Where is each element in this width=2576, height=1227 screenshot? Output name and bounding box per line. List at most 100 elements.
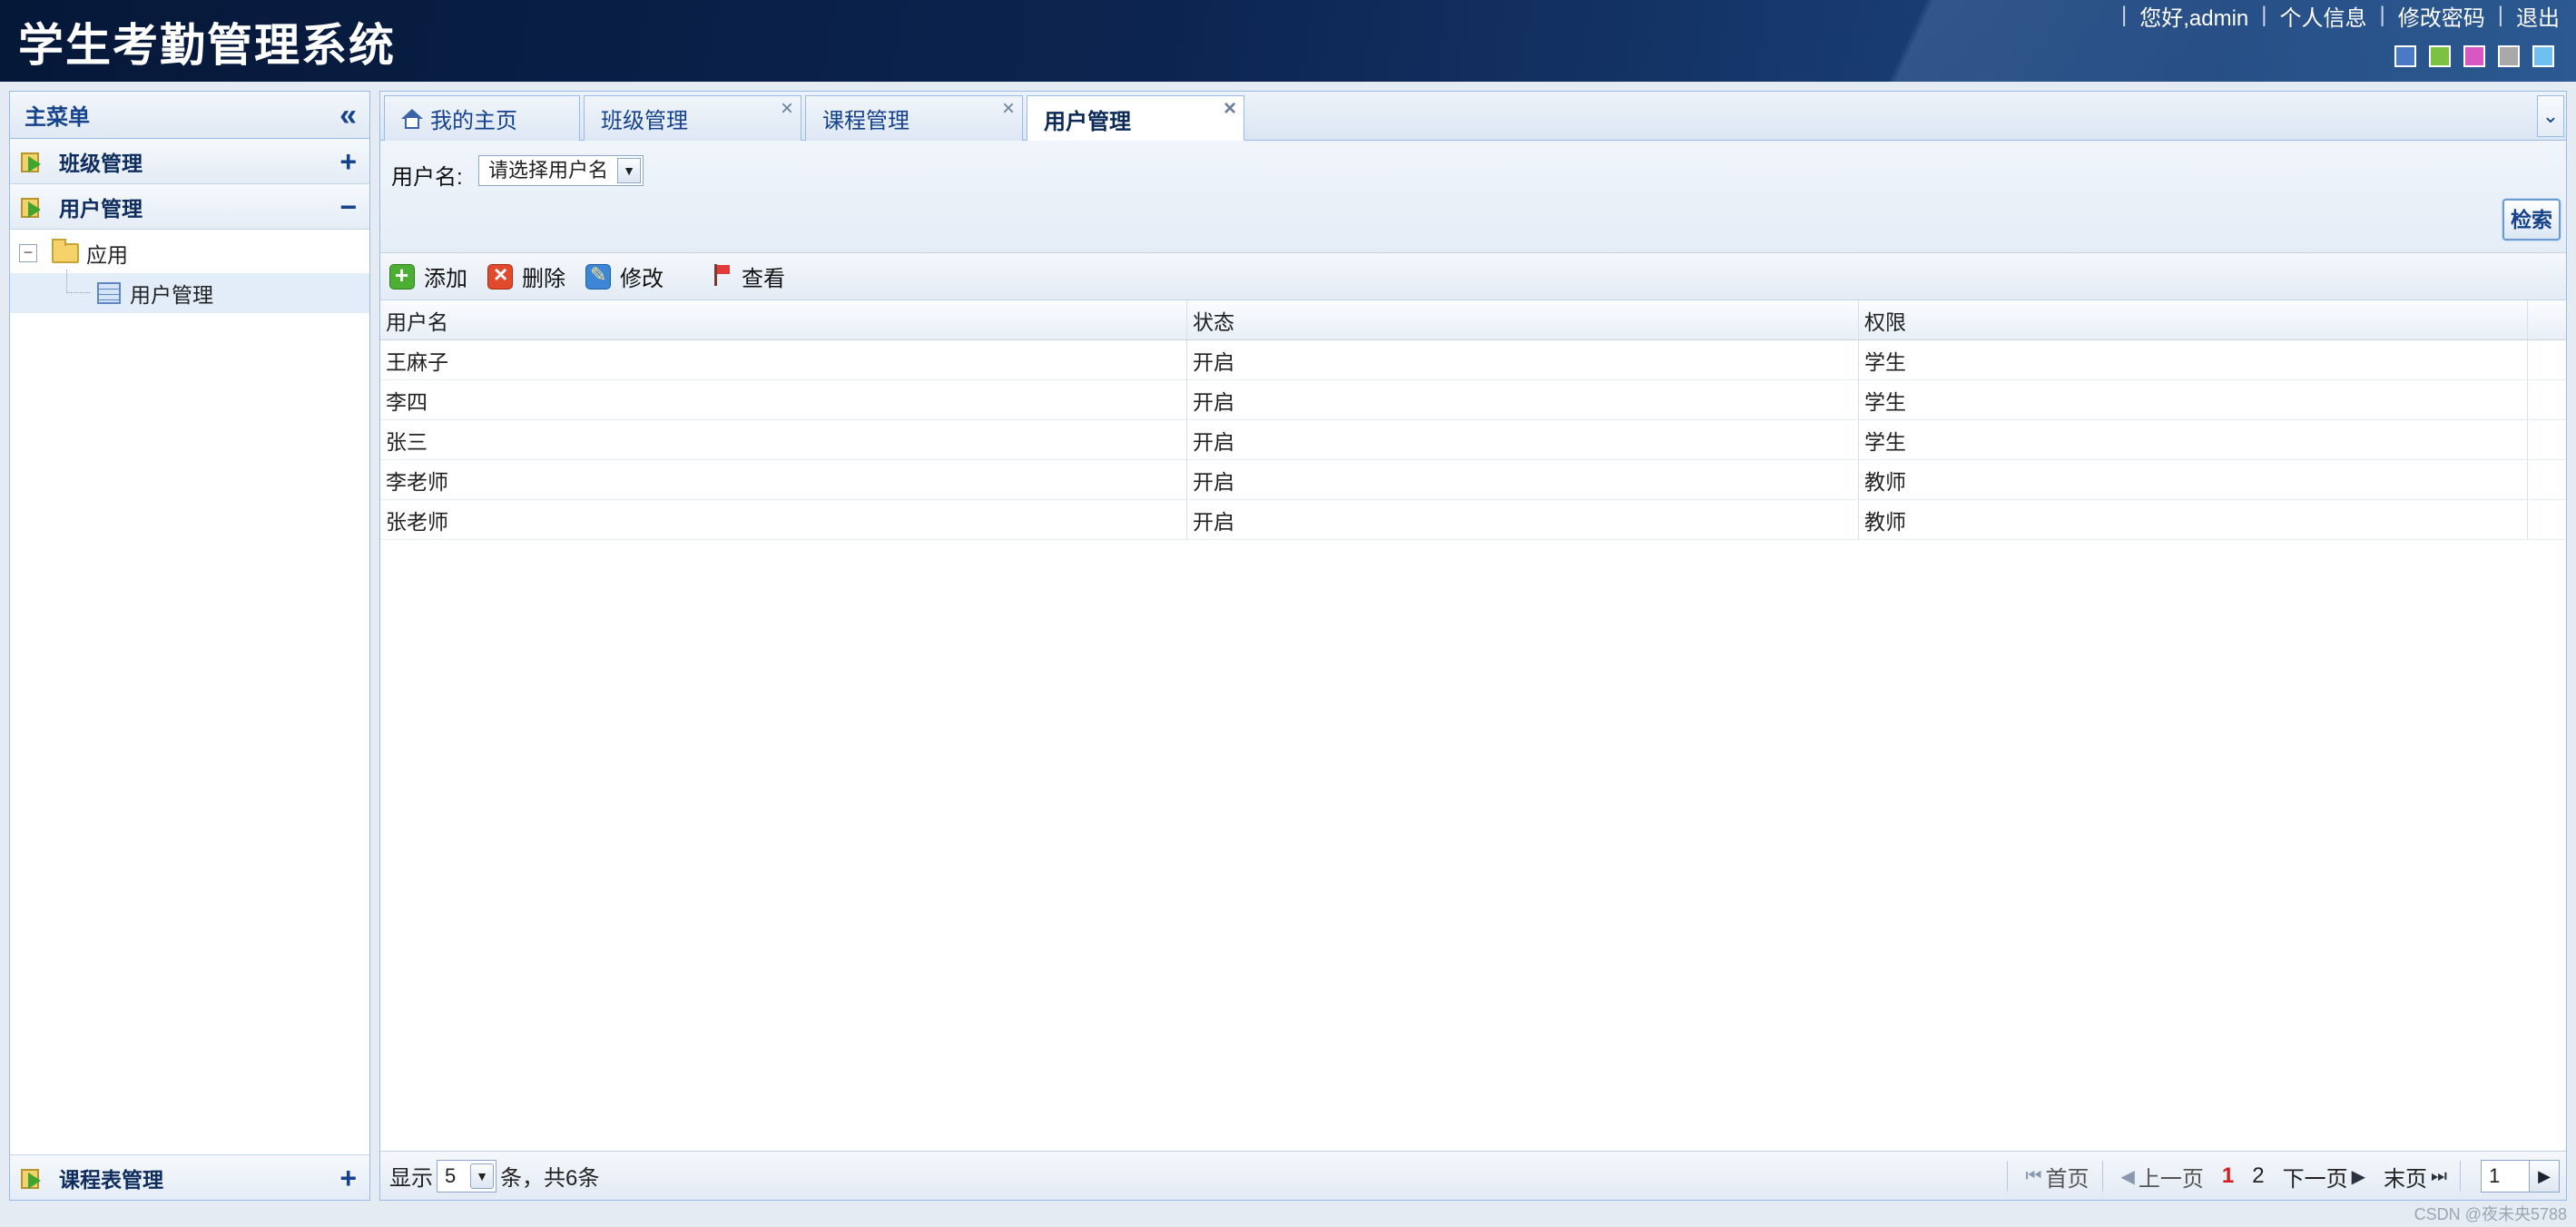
collapse-menu-icon[interactable]: «: [339, 100, 357, 131]
edit-button[interactable]: 修改: [585, 260, 664, 292]
link-separator: |: [2121, 3, 2128, 27]
tree-node-app[interactable]: − 应用: [10, 233, 369, 273]
page-number-value: 1: [2489, 1164, 2501, 1187]
page-size-select[interactable]: 5 ▼: [437, 1159, 497, 1193]
go-page-icon[interactable]: ▶: [2529, 1160, 2560, 1193]
theme-blue-swatch[interactable]: [2394, 45, 2416, 67]
menu-section-user[interactable]: 用户管理 −: [10, 184, 369, 230]
greeting-link[interactable]: 您好,admin: [2139, 0, 2248, 32]
delete-label: 删除: [522, 267, 565, 291]
cell-status: 开启: [1187, 460, 1859, 499]
module-arrow-icon: [19, 149, 46, 174]
top-links: | 您好,admin | 个人信息 | 修改密码 | 退出: [2109, 0, 2560, 32]
collapse-icon[interactable]: −: [339, 192, 357, 221]
menu-section-class[interactable]: 班级管理 +: [10, 139, 369, 184]
page-link-1[interactable]: 1: [2222, 1163, 2234, 1189]
table-row[interactable]: 李老师 开启 教师: [380, 460, 2566, 500]
tab-label: 用户管理: [1044, 109, 1131, 134]
theme-sky-swatch[interactable]: [2532, 45, 2554, 67]
table-row[interactable]: 王麻子 开启 学生: [380, 340, 2566, 380]
close-icon[interactable]: ×: [1002, 96, 1015, 122]
cell-username: 李四: [380, 380, 1187, 419]
view-label: 查看: [742, 267, 785, 291]
delete-button[interactable]: 删除: [487, 260, 565, 292]
username-select[interactable]: 请选择用户名 ▼: [478, 155, 644, 186]
cell-role: 学生: [1859, 380, 2528, 419]
tab-user-management[interactable]: 用户管理 ×: [1027, 95, 1244, 142]
folder-icon: [52, 239, 79, 263]
tree-connector: [66, 270, 90, 293]
close-icon[interactable]: ×: [781, 96, 793, 122]
main-menu-header: 主菜单 «: [10, 92, 369, 139]
search-panel: 用户名: 请选择用户名 ▼ 检索: [380, 141, 2566, 253]
search-button[interactable]: 检索: [2502, 199, 2561, 240]
next-page-link[interactable]: 下一页 ▶: [2283, 1161, 2365, 1193]
close-icon[interactable]: ×: [1224, 96, 1236, 122]
grid-toolbar: 添加 删除 修改 查看: [380, 253, 2566, 300]
last-page-link[interactable]: 末页 ⏭: [2384, 1161, 2447, 1193]
first-page-link[interactable]: ⏮ 首页: [2026, 1161, 2089, 1193]
next-page-icon: ▶: [2351, 1166, 2365, 1187]
prev-page-link[interactable]: ◀ 上一页: [2121, 1161, 2204, 1193]
column-header-username[interactable]: 用户名: [380, 300, 1187, 339]
column-header-role[interactable]: 权限: [1859, 300, 2528, 339]
tab-label: 我的主页: [430, 109, 517, 133]
cell-status: 开启: [1187, 500, 1859, 539]
app-title: 学生考勤管理系统: [18, 19, 396, 72]
home-icon: [401, 108, 423, 129]
tab-label: 课程管理: [822, 109, 909, 133]
first-page-label: 首页: [2045, 1166, 2089, 1192]
view-button[interactable]: 查看: [711, 260, 785, 292]
cell-role: 教师: [1859, 460, 2528, 499]
tab-home[interactable]: 我的主页: [384, 95, 580, 141]
dropdown-arrow-icon[interactable]: ▼: [470, 1163, 494, 1189]
link-separator: |: [2261, 3, 2267, 27]
expand-icon[interactable]: +: [339, 147, 357, 176]
table-row[interactable]: 张三 开启 学生: [380, 420, 2566, 460]
cell-role: 学生: [1859, 340, 2528, 379]
cell-username: 张三: [380, 420, 1187, 459]
theme-pink-swatch[interactable]: [2463, 45, 2485, 67]
expand-icon[interactable]: +: [339, 1163, 357, 1193]
cell-username: 张老师: [380, 500, 1187, 539]
tree-collapse-icon[interactable]: −: [19, 244, 37, 262]
first-page-icon: ⏮: [2025, 1165, 2042, 1186]
flag-icon: [711, 263, 732, 290]
username-label: 用户名:: [391, 165, 463, 190]
watermark: CSDN @夜未央5788: [2414, 1205, 2567, 1223]
add-button[interactable]: 添加: [389, 260, 467, 292]
tree-node-label: 应用: [86, 243, 128, 267]
cell-username: 李老师: [380, 460, 1187, 499]
cell-username: 王麻子: [380, 340, 1187, 379]
pager-divider: [2101, 1161, 2103, 1192]
theme-gray-swatch[interactable]: [2498, 45, 2520, 67]
tree-item-user-management[interactable]: 用户管理: [10, 270, 369, 313]
module-arrow-icon: [19, 1165, 46, 1191]
tab-course-management[interactable]: 课程管理 ×: [805, 95, 1023, 141]
theme-green-swatch[interactable]: [2429, 45, 2451, 67]
menu-section-label: 班级管理: [59, 151, 143, 175]
pager-divider: [2460, 1161, 2461, 1192]
dropdown-arrow-icon[interactable]: ▼: [617, 158, 641, 183]
table-header: 用户名 状态 权限: [380, 300, 2566, 340]
tree-item-label: 用户管理: [130, 283, 213, 307]
module-arrow-icon: [19, 194, 46, 220]
column-header-status[interactable]: 状态: [1187, 300, 1859, 339]
cell-status: 开启: [1187, 380, 1859, 419]
prev-page-icon: ◀: [2120, 1166, 2135, 1187]
last-page-label: 末页: [2384, 1166, 2427, 1192]
show-label: 显示: [389, 1166, 433, 1191]
change-password-link[interactable]: 修改密码: [2398, 0, 2485, 32]
table-row[interactable]: 张老师 开启 教师: [380, 500, 2566, 540]
logout-link[interactable]: 退出: [2516, 0, 2560, 32]
cell-status: 开启: [1187, 420, 1859, 459]
table-row[interactable]: 李四 开启 学生: [380, 380, 2566, 420]
page-number-input[interactable]: 1 ▶: [2481, 1160, 2560, 1193]
main-menu-title: 主菜单: [25, 105, 90, 130]
profile-link[interactable]: 个人信息: [2280, 0, 2367, 32]
page-link-2[interactable]: 2: [2252, 1163, 2264, 1189]
tab-label: 班级管理: [601, 109, 688, 133]
tab-class-management[interactable]: 班级管理 ×: [584, 95, 801, 141]
menu-section-schedule[interactable]: 课程表管理 +: [10, 1154, 369, 1200]
tab-list-chevron-icon[interactable]: ⌄: [2537, 95, 2564, 137]
